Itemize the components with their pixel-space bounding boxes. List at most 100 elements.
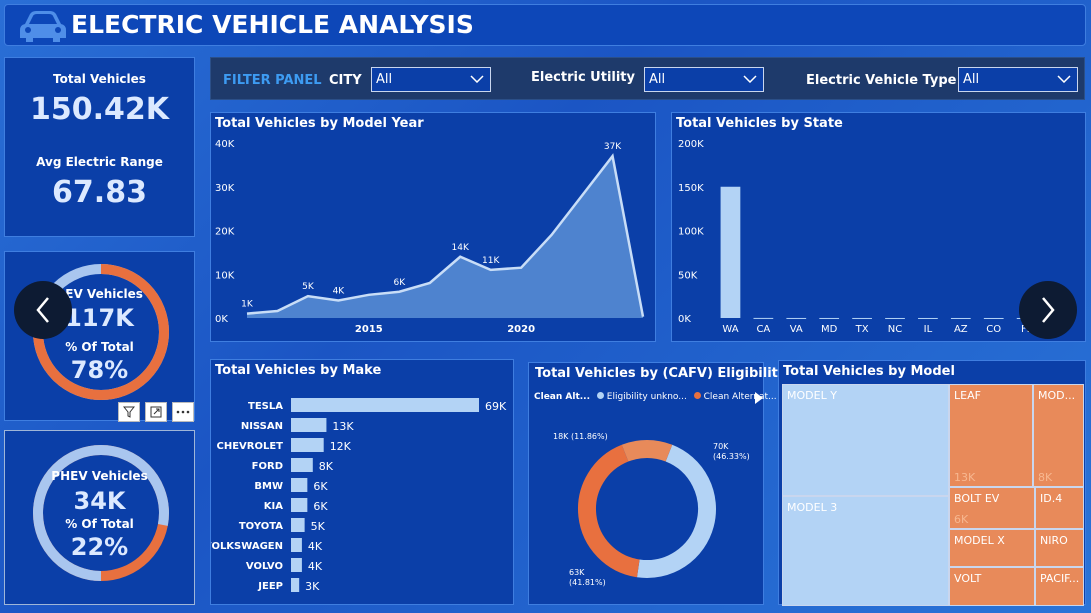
donut-slice — [578, 444, 640, 578]
data-label: (41.81%) — [569, 578, 606, 587]
city-select[interactable]: All — [371, 67, 491, 92]
x-tick-label: 2020 — [507, 324, 535, 335]
category-label: VOLKSWAGEN — [211, 541, 283, 552]
treemap-label: PACIF... — [1040, 572, 1080, 585]
y-tick-label: 40K — [215, 139, 235, 150]
x-tick-label: WA — [722, 324, 738, 335]
x-tick-label: TX — [855, 324, 869, 335]
x-tick-label: IL — [924, 324, 933, 335]
treemap-label: NIRO — [1040, 534, 1068, 547]
chevron-down-icon — [470, 75, 484, 83]
area-fill — [247, 156, 643, 318]
total-vehicles-label: Total Vehicles — [53, 72, 146, 86]
eligibility-chart[interactable]: Total Vehicles by (CAFV) Eligibility Cle… — [528, 362, 786, 605]
y-tick-label: 200K — [678, 139, 704, 150]
data-label: (46.33%) — [713, 452, 750, 461]
data-label: 1K — [241, 300, 254, 310]
bar — [291, 498, 308, 512]
car-icon — [20, 11, 66, 42]
data-label: 8K — [319, 460, 334, 473]
treemap-value: 8K — [1038, 471, 1053, 484]
make-plot: TESLA 69K NISSAN 13K CHEVROLET 12K FORD 8K BMW 6K… — [211, 398, 507, 593]
phev-card[interactable]: PHEV Vehicles 34K % Of Total 22% — [4, 430, 195, 605]
category-label: TOYOTA — [239, 521, 283, 532]
data-label: 4K — [333, 287, 346, 297]
bev-pct-label: % Of Total — [65, 340, 134, 354]
treemap-label: MODEL Y — [787, 389, 837, 402]
treemap-label: BOLT EV — [954, 492, 1000, 505]
phev-pct-label: % Of Total — [65, 517, 134, 531]
treemap-value: 13K — [954, 471, 976, 484]
y-tick-label: 150K — [678, 183, 704, 194]
header-bar: ELECTRIC VEHICLE ANALYSIS — [4, 4, 1086, 46]
prev-page-button[interactable] — [14, 281, 72, 339]
y-tick-label: 30K — [215, 183, 235, 194]
total-vehicles-value: 150.42K — [29, 92, 169, 127]
data-label: 11K — [482, 256, 500, 266]
bar — [291, 398, 479, 412]
bar — [918, 317, 938, 319]
category-label: TESLA — [248, 401, 283, 412]
treemap-bolt-ev[interactable]: BOLT EV 6K — [949, 487, 1035, 529]
donut-slice — [621, 440, 673, 462]
treemap-model-s[interactable]: MOD... 8K — [1033, 384, 1084, 487]
type-select[interactable]: All — [958, 67, 1078, 92]
next-page-button[interactable] — [1019, 281, 1077, 339]
treemap-model-x[interactable]: MODEL X — [949, 529, 1035, 567]
treemap-id4[interactable]: ID.4 — [1035, 487, 1084, 529]
data-label: 70K — [713, 442, 729, 451]
utility-label: Electric Utility — [531, 70, 635, 85]
y-tick-label: 20K — [215, 227, 235, 238]
bar — [819, 317, 840, 319]
category-label: VOLVO — [246, 561, 283, 572]
x-tick-label: 2015 — [355, 324, 383, 335]
utility-select[interactable]: All — [644, 67, 764, 92]
bar — [291, 438, 324, 452]
more-options-icon[interactable] — [172, 402, 194, 422]
filter-icon[interactable] — [118, 402, 140, 422]
chevron-down-icon — [743, 75, 757, 83]
x-tick-label: MD — [821, 324, 838, 335]
make-chart[interactable]: Total Vehicles by Make TESLA 69K NISSAN 13K… — [210, 359, 514, 605]
category-label: NISSAN — [241, 421, 283, 432]
data-label: 6K — [313, 500, 328, 513]
data-label: 37K — [604, 142, 622, 152]
bar — [786, 317, 807, 319]
filter-panel: FILTER PANEL CITY All Electric Utility A… — [210, 57, 1085, 100]
data-label: 3K — [305, 580, 320, 593]
phev-pct: 22% — [70, 533, 129, 561]
treemap-model-y[interactable]: MODEL Y — [782, 384, 949, 496]
focus-mode-icon[interactable] — [145, 402, 167, 422]
data-label: 5K — [311, 520, 326, 533]
treemap-leaf[interactable]: LEAF 13K — [949, 384, 1033, 487]
bar — [753, 317, 774, 319]
type-select-value: All — [963, 72, 980, 87]
kpi-card-totals: Total Vehicles 150.42K Avg Electric Rang… — [4, 57, 195, 237]
data-label: 63K — [569, 568, 585, 577]
bar — [291, 558, 302, 572]
treemap-pacifica[interactable]: PACIF... — [1035, 567, 1084, 606]
treemap-label: ID.4 — [1040, 492, 1063, 505]
treemap-label: VOLT — [954, 572, 982, 585]
bar — [291, 578, 300, 592]
x-tick-label: VA — [790, 324, 803, 335]
donut-slice — [636, 444, 716, 578]
chevron-right-icon — [1042, 297, 1055, 323]
bar — [720, 186, 741, 318]
y-tick-label: 0K — [678, 314, 691, 325]
model-treemap[interactable]: Total Vehicles by Model MODEL Y MODEL 3 … — [778, 360, 1086, 606]
data-label: 12K — [330, 440, 352, 453]
chevron-down-icon — [1057, 75, 1071, 83]
y-tick-label: 10K — [215, 270, 235, 281]
treemap-label: MODEL 3 — [787, 501, 838, 514]
treemap-volt[interactable]: VOLT — [949, 567, 1035, 606]
bar — [291, 538, 302, 552]
bar — [291, 418, 327, 432]
data-label: 69K — [485, 400, 507, 413]
treemap-niro[interactable]: NIRO — [1035, 529, 1084, 567]
data-label: 5K — [302, 282, 315, 292]
data-label: 18K (11.86%) — [553, 432, 608, 441]
treemap-model-3[interactable]: MODEL 3 — [782, 496, 949, 606]
model-year-chart[interactable]: Total Vehicles by Model Year 0K 10K 20K 30K… — [210, 112, 656, 342]
bar — [885, 317, 905, 319]
